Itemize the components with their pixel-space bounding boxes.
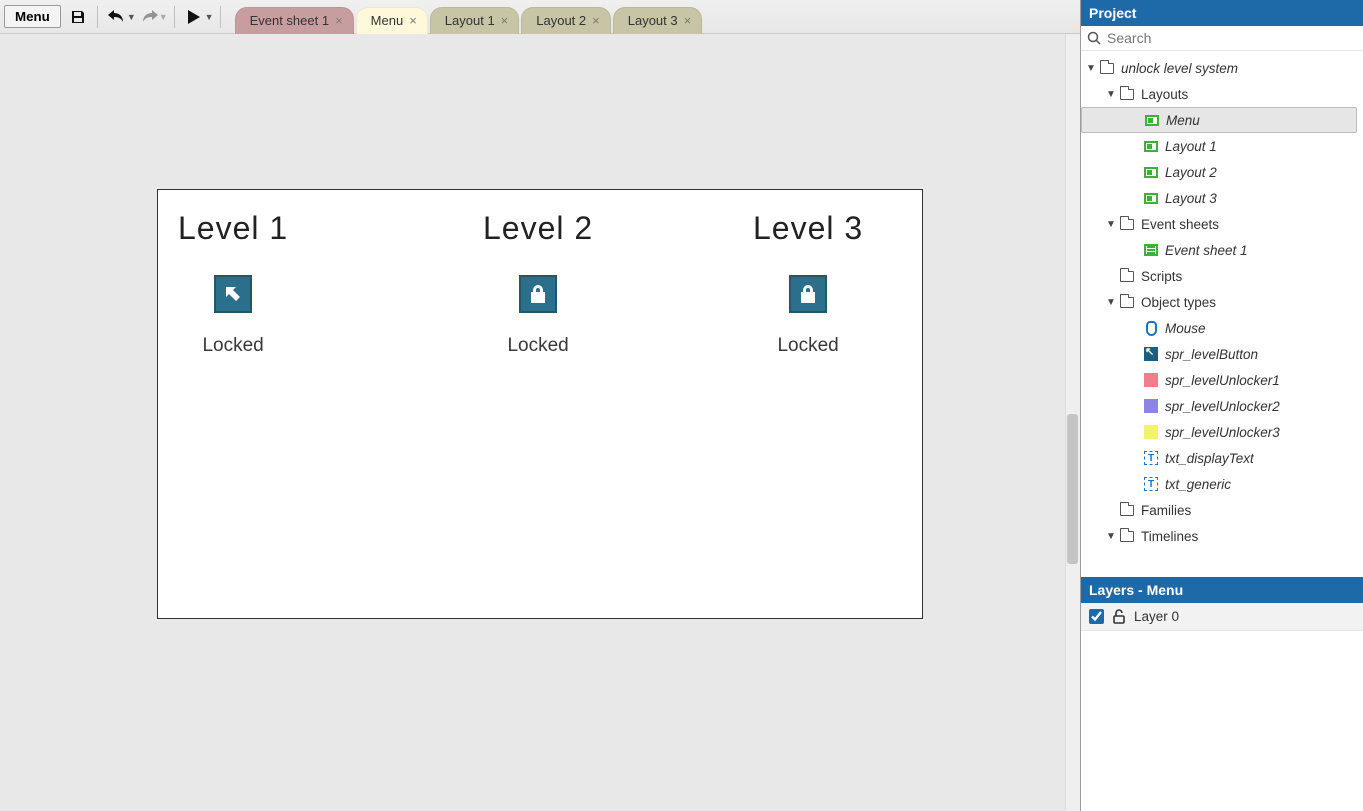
tab-label: Layout 1: [445, 13, 495, 28]
level-status: Locked: [178, 335, 288, 357]
layout-icon: [1144, 112, 1160, 128]
chevron-down-icon[interactable]: ▼: [1085, 63, 1097, 74]
lock-icon: [519, 275, 557, 313]
folder-icon: [1099, 60, 1115, 76]
tree-folder-layouts[interactable]: ▼ Layouts: [1081, 81, 1363, 107]
layer-row[interactable]: Layer 0: [1081, 603, 1363, 631]
tabs-strip: Event sheet 1 × Menu × Layout 1 × Layout…: [235, 0, 705, 34]
separator: [174, 6, 175, 28]
text-icon: T: [1143, 476, 1159, 492]
undo-dropdown-icon[interactable]: ▼: [127, 12, 136, 22]
chevron-down-icon[interactable]: ▼: [1105, 531, 1117, 542]
tree-folder-timelines[interactable]: ▼ Timelines: [1081, 523, 1363, 547]
tree-folder-families[interactable]: ▼ Families: [1081, 497, 1363, 523]
tree-object-displaytext[interactable]: T txt_displayText: [1081, 445, 1363, 471]
search-icon: [1087, 31, 1101, 45]
side-panel: Project ▼ unlock level system ▼ Layouts …: [1080, 0, 1363, 811]
project-search[interactable]: [1081, 26, 1363, 51]
unlock-icon[interactable]: [1112, 609, 1126, 624]
level-status: Locked: [753, 335, 863, 357]
tab-label: Event sheet 1: [250, 13, 330, 28]
layout-icon: [1143, 190, 1159, 206]
redo-button[interactable]: [136, 4, 162, 30]
close-icon[interactable]: ×: [409, 13, 417, 28]
folder-icon: [1119, 268, 1135, 284]
project-panel-header: Project: [1081, 0, 1363, 26]
swatch-icon: [1143, 372, 1159, 388]
play-button[interactable]: [181, 4, 207, 30]
save-button[interactable]: [65, 4, 91, 30]
tab-menu[interactable]: Menu ×: [356, 7, 428, 34]
folder-icon: [1119, 528, 1135, 544]
close-icon[interactable]: ×: [335, 13, 343, 28]
folder-icon: [1119, 216, 1135, 232]
level-2-block: Level 2 Locked: [483, 210, 593, 357]
tab-layout-2[interactable]: Layout 2 ×: [521, 7, 610, 34]
layers-panel: Layers - Menu Layer 0: [1081, 577, 1363, 811]
layers-panel-header: Layers - Menu: [1081, 577, 1363, 603]
tree-layout-3[interactable]: Layout 3: [1081, 185, 1363, 211]
tree-object-levelbutton[interactable]: spr_levelButton: [1081, 341, 1363, 367]
tab-layout-3[interactable]: Layout 3 ×: [613, 7, 702, 34]
tree-object-unlocker1[interactable]: spr_levelUnlocker1: [1081, 367, 1363, 393]
vertical-scrollbar[interactable]: [1065, 34, 1080, 811]
level-title: Level 2: [483, 210, 593, 247]
tree-folder-objecttypes[interactable]: ▼ Object types: [1081, 289, 1363, 315]
eventsheet-icon: [1143, 242, 1159, 258]
tree-folder-scripts[interactable]: ▼ Scripts: [1081, 263, 1363, 289]
tab-label: Menu: [371, 13, 404, 28]
lock-icon: [789, 275, 827, 313]
folder-icon: [1119, 502, 1135, 518]
project-tree: ▼ unlock level system ▼ Layouts Menu Lay…: [1081, 51, 1363, 547]
level-1-block: Level 1 Locked: [178, 210, 288, 357]
tree-layout-menu[interactable]: Menu: [1081, 107, 1357, 133]
level-title: Level 1: [178, 210, 288, 247]
tree-eventsheet-1[interactable]: Event sheet 1: [1081, 237, 1363, 263]
tree-object-unlocker3[interactable]: spr_levelUnlocker3: [1081, 419, 1363, 445]
menu-button[interactable]: Menu: [4, 5, 61, 28]
layout-canvas[interactable]: Level 1 Locked Level 2 Locked Level 3 Lo…: [0, 34, 1080, 811]
folder-icon: [1119, 294, 1135, 310]
layout-icon: [1143, 138, 1159, 154]
close-icon[interactable]: ×: [501, 13, 509, 28]
level-3-block: Level 3 Locked: [753, 210, 863, 357]
arrow-icon: [1143, 346, 1159, 362]
mouse-icon: [1143, 320, 1159, 336]
scrollbar-thumb[interactable]: [1067, 414, 1078, 564]
layout-icon: [1143, 164, 1159, 180]
chevron-down-icon[interactable]: ▼: [1105, 89, 1117, 100]
tab-label: Layout 2: [536, 13, 586, 28]
level-status: Locked: [483, 335, 593, 357]
separator: [220, 6, 221, 28]
layer-name: Layer 0: [1134, 609, 1179, 624]
separator: [97, 6, 98, 28]
tree-object-generic[interactable]: T txt_generic: [1081, 471, 1363, 497]
tree-folder-eventsheets[interactable]: ▼ Event sheets: [1081, 211, 1363, 237]
search-input[interactable]: [1107, 30, 1357, 46]
swatch-icon: [1143, 398, 1159, 414]
tab-event-sheet-1[interactable]: Event sheet 1 ×: [235, 7, 354, 34]
folder-icon: [1119, 86, 1135, 102]
play-dropdown-icon[interactable]: ▼: [205, 12, 214, 22]
arrow-icon: [214, 275, 252, 313]
chevron-down-icon[interactable]: ▼: [1105, 219, 1117, 230]
tree-layout-2[interactable]: Layout 2: [1081, 159, 1363, 185]
tree-project-root[interactable]: ▼ unlock level system: [1081, 55, 1363, 81]
level-title: Level 3: [753, 210, 863, 247]
tab-label: Layout 3: [628, 13, 678, 28]
layout-frame: Level 1 Locked Level 2 Locked Level 3 Lo…: [157, 189, 923, 619]
layer-visibility-checkbox[interactable]: [1089, 609, 1104, 624]
swatch-icon: [1143, 424, 1159, 440]
tree-object-unlocker2[interactable]: spr_levelUnlocker2: [1081, 393, 1363, 419]
text-icon: T: [1143, 450, 1159, 466]
tree-object-mouse[interactable]: Mouse: [1081, 315, 1363, 341]
chevron-down-icon[interactable]: ▼: [1105, 297, 1117, 308]
close-icon[interactable]: ×: [592, 13, 600, 28]
close-icon[interactable]: ×: [684, 13, 692, 28]
tree-layout-1[interactable]: Layout 1: [1081, 133, 1363, 159]
tab-layout-1[interactable]: Layout 1 ×: [430, 7, 519, 34]
